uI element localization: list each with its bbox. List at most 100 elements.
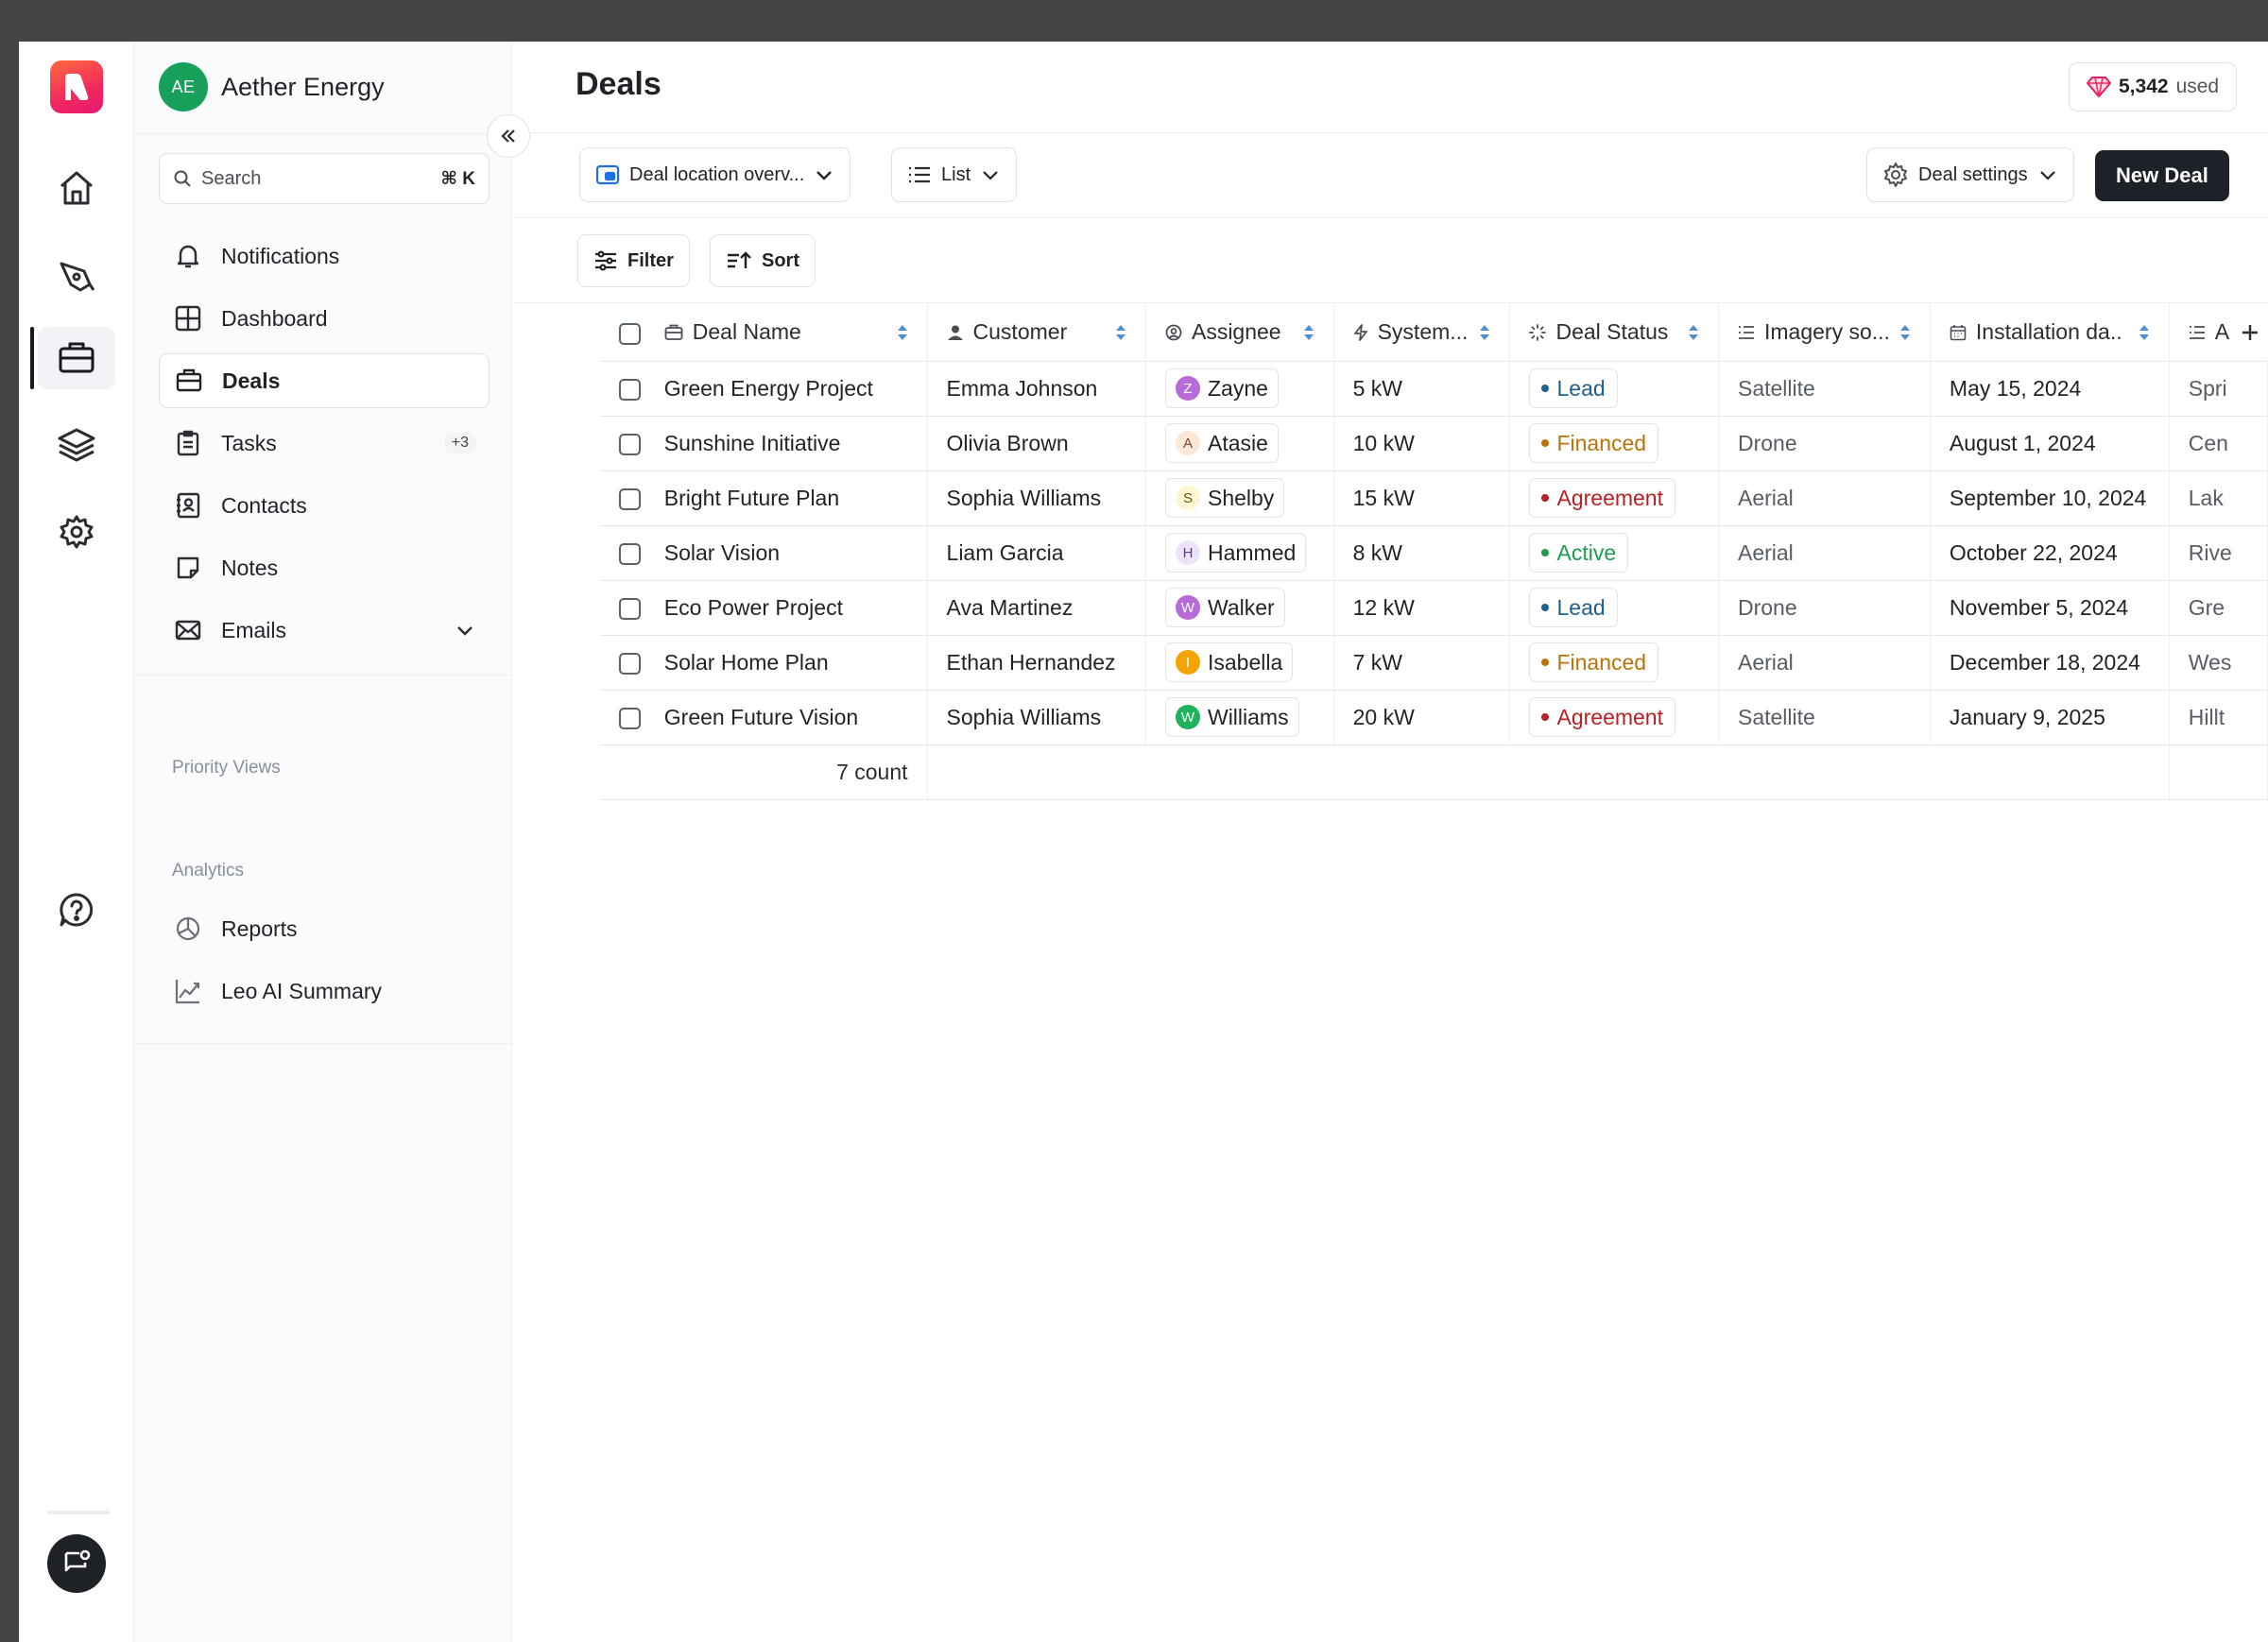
assignee-chip[interactable]: A Atasie xyxy=(1164,423,1279,463)
deal-status-cell[interactable]: Agreement xyxy=(1509,470,1719,526)
status-badge[interactable]: Active xyxy=(1529,533,1629,573)
collapse-sidebar-button[interactable] xyxy=(487,114,530,158)
table-row[interactable]: Green Future Vision Sophia Williams W Willi… xyxy=(600,690,2268,745)
rail-help-button[interactable] xyxy=(38,879,115,941)
assignee-chip[interactable]: I Isabella xyxy=(1164,642,1294,682)
col-system[interactable]: System... xyxy=(1333,304,1511,362)
installation-date-cell[interactable]: October 22, 2024 xyxy=(1930,525,2170,581)
row-checkbox[interactable] xyxy=(619,378,641,401)
row-checkbox[interactable] xyxy=(619,542,641,565)
address-cell[interactable]: Wes xyxy=(2169,635,2268,691)
nav-reports[interactable]: Reports xyxy=(159,901,490,956)
add-column-button[interactable] xyxy=(2232,304,2268,361)
table-row[interactable]: Bright Future Plan Sophia Williams S Shelby… xyxy=(600,470,2268,526)
sort-button[interactable]: Sort xyxy=(710,234,816,287)
customer-cell[interactable]: Emma Johnson xyxy=(927,361,1146,417)
rail-home-button[interactable] xyxy=(38,157,115,219)
workspace-header[interactable]: AE Aether Energy xyxy=(134,42,512,134)
table-row[interactable]: Sunshine Initiative Olivia Brown A Atasie 10… xyxy=(600,416,2268,471)
assignee-cell[interactable]: I Isabella xyxy=(1145,635,1334,691)
assignee-chip[interactable]: H Hammed xyxy=(1164,533,1307,573)
assignee-chip[interactable]: W Williams xyxy=(1164,697,1299,737)
rail-deals-button[interactable] xyxy=(30,327,115,389)
imagery-source-cell[interactable]: Satellite xyxy=(1718,690,1931,745)
nav-leo-ai-summary[interactable]: Leo AI Summary xyxy=(159,964,490,1018)
installation-date-cell[interactable]: December 18, 2024 xyxy=(1930,635,2170,691)
deal-settings-button[interactable]: Deal settings xyxy=(1866,147,2074,202)
row-checkbox[interactable] xyxy=(619,707,641,729)
col-deal-name[interactable]: Deal Name xyxy=(644,304,928,362)
col-assignee[interactable]: Assignee xyxy=(1145,304,1334,362)
sort-arrows-icon[interactable] xyxy=(1479,323,1490,342)
deal-status-cell[interactable]: Financed xyxy=(1509,416,1719,471)
table-row[interactable]: Solar Home Plan Ethan Hernandez I Isabella 7… xyxy=(600,635,2268,691)
assignee-chip[interactable]: Z Zayne xyxy=(1164,368,1279,408)
table-row[interactable]: Green Energy Project Emma Johnson Z Zayne 5 … xyxy=(600,361,2268,417)
imagery-source-cell[interactable]: Aerial xyxy=(1718,635,1931,691)
assignee-cell[interactable]: Z Zayne xyxy=(1145,361,1334,417)
deal-name-cell[interactable]: Bright Future Plan xyxy=(644,470,928,526)
system-size-cell[interactable]: 7 kW xyxy=(1333,635,1511,691)
assignee-cell[interactable]: W Williams xyxy=(1145,690,1334,745)
imagery-source-cell[interactable]: Drone xyxy=(1718,416,1931,471)
deal-name-cell[interactable]: Solar Vision xyxy=(644,525,928,581)
new-deal-button[interactable]: New Deal xyxy=(2095,150,2229,201)
deal-status-cell[interactable]: Active xyxy=(1509,525,1719,581)
address-cell[interactable]: Cen xyxy=(2169,416,2268,471)
filter-button[interactable]: Filter xyxy=(577,234,690,287)
nav-notifications[interactable]: Notifications xyxy=(159,229,490,283)
status-badge[interactable]: Lead xyxy=(1529,588,1618,627)
assignee-cell[interactable]: A Atasie xyxy=(1145,416,1334,471)
customer-cell[interactable]: Sophia Williams xyxy=(927,690,1146,745)
deal-name-cell[interactable]: Green Energy Project xyxy=(644,361,928,417)
assignee-cell[interactable]: S Shelby xyxy=(1145,470,1334,526)
col-installation-date[interactable]: Installation da.. xyxy=(1930,304,2170,362)
sort-arrows-icon[interactable] xyxy=(1303,323,1314,342)
status-badge[interactable]: Financed xyxy=(1529,423,1659,463)
address-cell[interactable]: Lak xyxy=(2169,470,2268,526)
system-size-cell[interactable]: 8 kW xyxy=(1333,525,1511,581)
status-badge[interactable]: Agreement xyxy=(1529,478,1675,518)
installation-date-cell[interactable]: August 1, 2024 xyxy=(1930,416,2170,471)
system-size-cell[interactable]: 20 kW xyxy=(1333,690,1511,745)
nav-notes[interactable]: Notes xyxy=(159,540,490,595)
col-imagery-source[interactable]: Imagery so... xyxy=(1718,304,1931,362)
deal-name-cell[interactable]: Solar Home Plan xyxy=(644,635,928,691)
imagery-source-cell[interactable]: Satellite xyxy=(1718,361,1931,417)
assignee-cell[interactable]: H Hammed xyxy=(1145,525,1334,581)
installation-date-cell[interactable]: November 5, 2024 xyxy=(1930,580,2170,636)
rail-layers-button[interactable] xyxy=(38,414,115,476)
col-deal-status[interactable]: Deal Status xyxy=(1509,304,1719,362)
deal-name-cell[interactable]: Eco Power Project xyxy=(644,580,928,636)
deal-status-cell[interactable]: Lead xyxy=(1509,580,1719,636)
credits-usage-badge[interactable]: 5,342 used xyxy=(2069,62,2238,111)
app-logo[interactable] xyxy=(50,60,103,113)
customer-cell[interactable]: Liam Garcia xyxy=(927,525,1146,581)
installation-date-cell[interactable]: January 9, 2025 xyxy=(1930,690,2170,745)
row-checkbox[interactable] xyxy=(619,597,641,620)
search-input[interactable]: Search ⌘ K xyxy=(159,153,490,204)
customer-cell[interactable]: Sophia Williams xyxy=(927,470,1146,526)
assignee-cell[interactable]: W Walker xyxy=(1145,580,1334,636)
nav-emails[interactable]: Emails xyxy=(159,603,490,658)
nav-contacts[interactable]: Contacts xyxy=(159,478,490,533)
rail-settings-button[interactable] xyxy=(38,501,115,563)
select-all-checkbox[interactable] xyxy=(619,322,641,345)
sort-arrows-icon[interactable] xyxy=(2139,323,2150,342)
row-checkbox[interactable] xyxy=(619,433,641,455)
layout-select[interactable]: List xyxy=(891,147,1018,202)
assignee-chip[interactable]: W Walker xyxy=(1164,588,1285,627)
deal-name-cell[interactable]: Sunshine Initiative xyxy=(644,416,928,471)
sort-arrows-icon[interactable] xyxy=(1115,323,1126,342)
nav-dashboard[interactable]: Dashboard xyxy=(159,291,490,346)
imagery-source-cell[interactable]: Drone xyxy=(1718,580,1931,636)
deal-status-cell[interactable]: Financed xyxy=(1509,635,1719,691)
col-customer[interactable]: Customer xyxy=(927,304,1146,362)
sort-arrows-icon[interactable] xyxy=(1688,323,1699,342)
imagery-source-cell[interactable]: Aerial xyxy=(1718,470,1931,526)
imagery-source-cell[interactable]: Aerial xyxy=(1718,525,1931,581)
row-checkbox[interactable] xyxy=(619,487,641,510)
nav-tasks[interactable]: Tasks +3 xyxy=(159,416,490,470)
status-badge[interactable]: Agreement xyxy=(1529,697,1675,737)
customer-cell[interactable]: Ethan Hernandez xyxy=(927,635,1146,691)
